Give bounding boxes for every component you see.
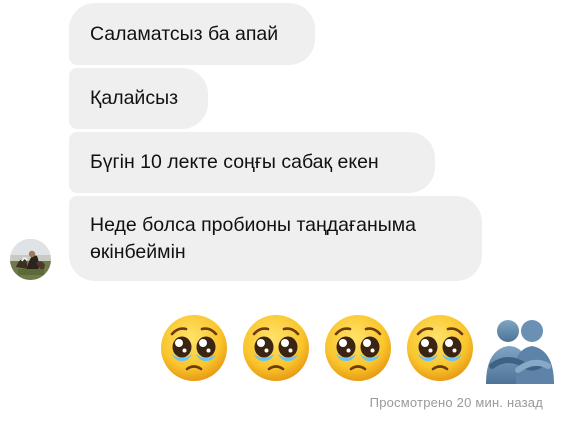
message-bubble[interactable]: Бүгін 10 лекте соңғы сабақ екен xyxy=(69,132,435,193)
message-bubble[interactable]: Неде болса пробионы таңдағаныма өкінбейм… xyxy=(69,196,482,281)
message-bubble[interactable]: Қалайсыз xyxy=(69,68,208,129)
message-text: Саламатсыз ба апай xyxy=(90,22,279,45)
seen-status: Просмотрено 20 мин. назад xyxy=(369,395,543,410)
message-text: Қалайсыз xyxy=(90,87,179,109)
message-text: Бүгін 10 лекте соңғы сабақ екен xyxy=(90,151,379,173)
pleading-face-icon[interactable] xyxy=(158,312,230,384)
people-hugging-icon[interactable] xyxy=(482,316,558,386)
avatar-photo xyxy=(10,239,51,280)
avatar[interactable] xyxy=(10,239,51,280)
message-text: Неде болса пробионы таңдағаныма өкінбейм… xyxy=(90,213,417,263)
message-bubble[interactable]: Саламатсыз ба апай xyxy=(69,3,315,65)
pleading-face-icon[interactable] xyxy=(322,312,394,384)
pleading-face-icon[interactable] xyxy=(240,312,312,384)
pleading-face-icon[interactable] xyxy=(404,312,476,384)
